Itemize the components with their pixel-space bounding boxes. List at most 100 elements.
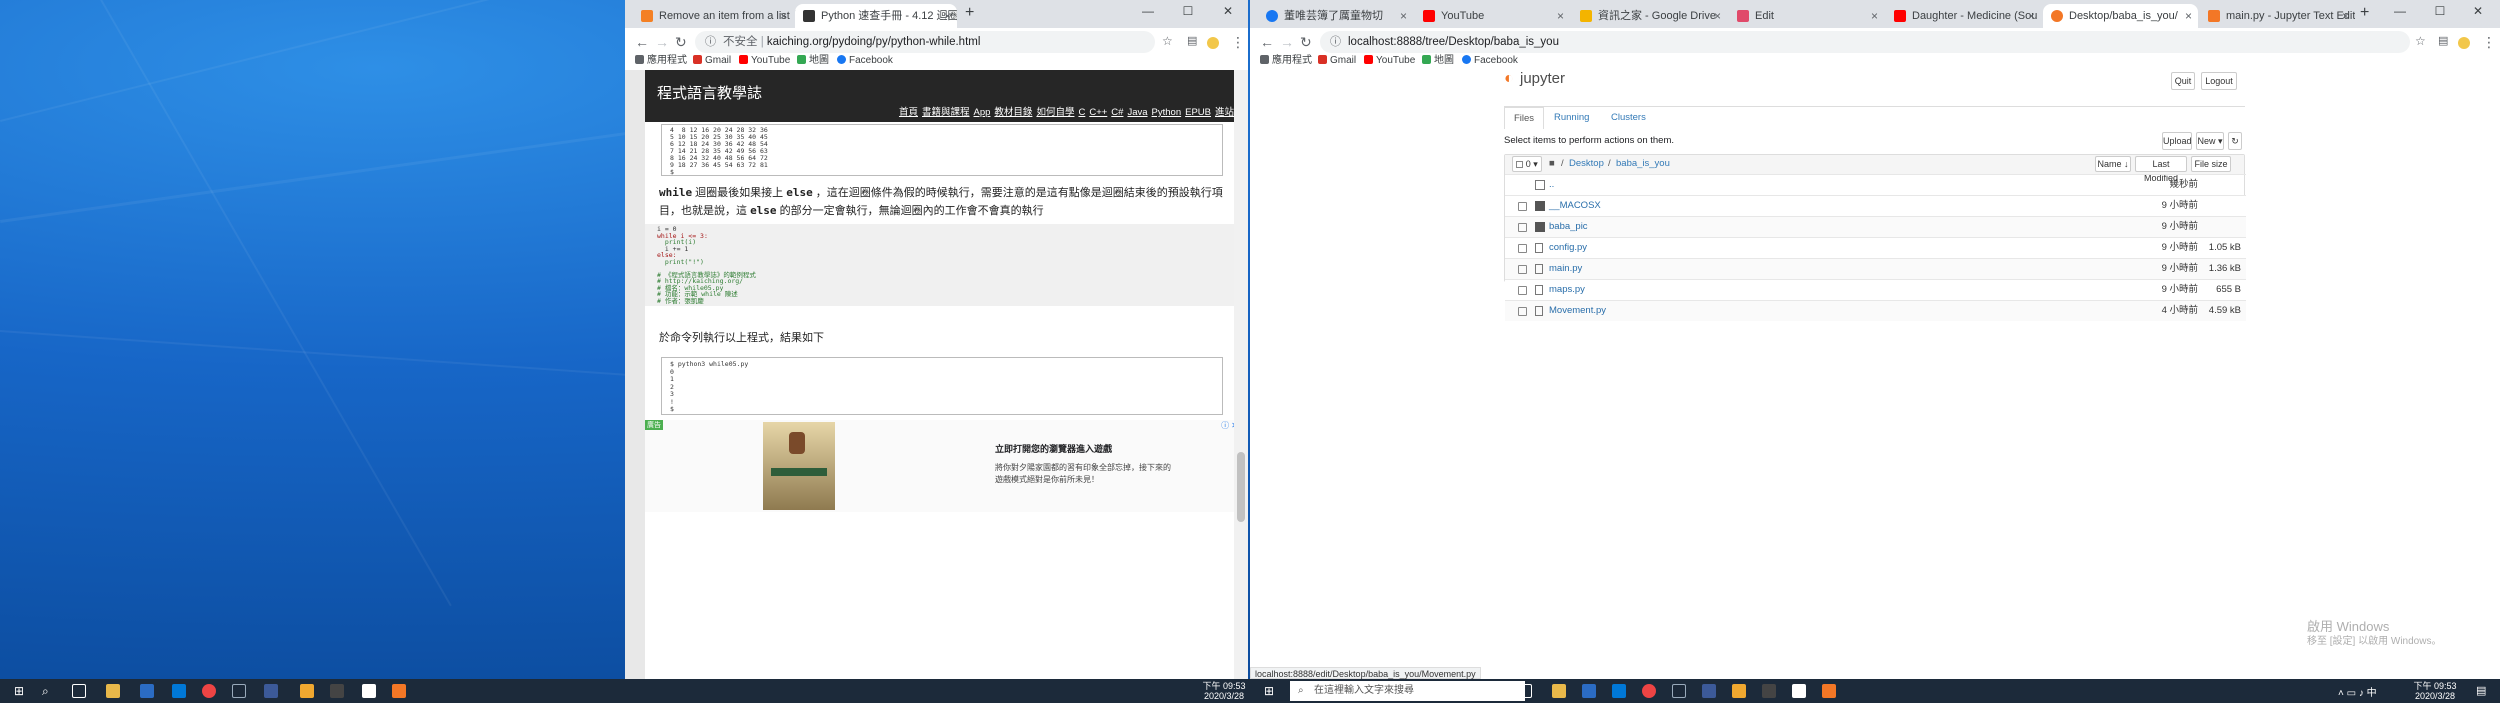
right-tab-drive[interactable]: 資訊之家 - Google Drive × bbox=[1572, 4, 1727, 28]
new-dropdown-button[interactable]: New ▾ bbox=[2196, 132, 2224, 150]
right-tab-edit[interactable]: Edit × bbox=[1729, 4, 1884, 28]
minimize-button[interactable]: — bbox=[2380, 2, 2420, 20]
jupyter-app-icon[interactable] bbox=[392, 684, 406, 698]
file-name-link[interactable]: __MACOSX bbox=[1549, 196, 1601, 216]
app-icon[interactable] bbox=[1702, 684, 1716, 698]
file-name-link[interactable]: config.py bbox=[1549, 238, 1587, 258]
tab-running[interactable]: Running bbox=[1554, 107, 1589, 129]
site-nav-link[interactable]: 首頁 bbox=[899, 107, 918, 118]
row-checkbox[interactable] bbox=[1518, 223, 1527, 232]
terminal-icon[interactable] bbox=[1762, 684, 1776, 698]
new-tab-button[interactable]: + bbox=[2360, 4, 2369, 22]
row-checkbox[interactable] bbox=[1518, 265, 1527, 274]
sort-by-size-button[interactable]: File size bbox=[2191, 156, 2231, 172]
steam-icon[interactable] bbox=[232, 684, 246, 698]
breadcrumb-desktop[interactable]: Desktop bbox=[1569, 155, 1604, 173]
notepad-icon[interactable] bbox=[362, 684, 376, 698]
bookmark-facebook[interactable]: Facebook bbox=[837, 54, 893, 68]
logout-button[interactable]: Logout bbox=[2201, 72, 2237, 90]
tab-files[interactable]: Files bbox=[1504, 107, 1544, 129]
reload-button[interactable]: ↻ bbox=[675, 34, 687, 51]
close-tab-icon[interactable]: × bbox=[780, 4, 787, 28]
sublime-icon[interactable] bbox=[300, 684, 314, 698]
terminal-icon[interactable] bbox=[330, 684, 344, 698]
bookmark-youtube[interactable]: YouTube bbox=[1364, 54, 1415, 68]
close-tab-icon[interactable]: × bbox=[1714, 4, 1721, 28]
site-nav-link[interactable]: 進站 bbox=[1215, 107, 1234, 118]
close-tab-icon[interactable]: × bbox=[1400, 4, 1407, 28]
new-tab-button[interactable]: + bbox=[965, 4, 974, 22]
reload-button[interactable]: ↻ bbox=[1300, 34, 1312, 51]
chrome-icon[interactable] bbox=[1642, 684, 1656, 698]
close-tab-icon[interactable]: × bbox=[1871, 4, 1878, 28]
bookmark-youtube[interactable]: YouTube bbox=[739, 54, 790, 68]
file-row[interactable]: main.py 9 小時前 1.36 kB bbox=[1505, 258, 2246, 279]
notification-icon[interactable]: ▤ bbox=[2476, 684, 2486, 697]
site-nav-link[interactable]: Python bbox=[1152, 107, 1182, 118]
bookmark-apps[interactable]: 應用程式 bbox=[1260, 54, 1312, 68]
sublime-icon[interactable] bbox=[1732, 684, 1746, 698]
app-icon[interactable] bbox=[264, 684, 278, 698]
site-nav-link[interactable]: 如何自學 bbox=[1036, 107, 1074, 118]
search-icon[interactable]: ⌕ bbox=[42, 684, 56, 698]
right-tab-youtube[interactable]: YouTube × bbox=[1415, 4, 1570, 28]
star-icon[interactable]: ☆ bbox=[2415, 34, 2426, 48]
row-checkbox[interactable] bbox=[1518, 244, 1527, 253]
task-view-icon[interactable] bbox=[72, 684, 86, 698]
right-address-bar[interactable]: ⓘ localhost:8888/tree/Desktop/baba_is_yo… bbox=[1320, 31, 2410, 53]
scrollbar-thumb[interactable] bbox=[1237, 452, 1245, 522]
steam-icon[interactable] bbox=[1672, 684, 1686, 698]
refresh-icon[interactable]: ↻ bbox=[2228, 132, 2242, 150]
sort-by-modified-button[interactable]: Last Modified bbox=[2135, 156, 2187, 183]
parent-directory-link[interactable]: .. bbox=[1549, 175, 1554, 195]
ad-game-image[interactable] bbox=[763, 422, 835, 510]
menu-icon[interactable]: ⋮ bbox=[1231, 34, 1245, 51]
row-checkbox[interactable] bbox=[1518, 307, 1527, 316]
close-window-button[interactable]: ✕ bbox=[2458, 2, 2498, 20]
clock-date[interactable]: 2020/3/28 bbox=[1200, 691, 1248, 701]
left-tab-stackoverflow[interactable]: Remove an item from a list in P × bbox=[633, 4, 793, 28]
file-name-link[interactable]: Movement.py bbox=[1549, 301, 1606, 321]
file-row[interactable]: maps.py 9 小時前 655 B bbox=[1505, 279, 2246, 300]
clock-date[interactable]: 2020/3/28 bbox=[2410, 691, 2460, 701]
close-tab-icon[interactable]: × bbox=[2185, 4, 2192, 28]
site-nav-link[interactable]: 教材目錄 bbox=[994, 107, 1032, 118]
site-nav-link[interactable]: 書籍與課程 bbox=[922, 107, 970, 118]
extension-icon[interactable]: ▤ bbox=[2438, 34, 2448, 47]
site-nav-link[interactable]: C bbox=[1078, 107, 1085, 118]
maximize-button[interactable]: ☐ bbox=[1168, 2, 1208, 20]
jupyter-app-icon[interactable] bbox=[1822, 684, 1836, 698]
back-button[interactable]: ← bbox=[635, 34, 649, 50]
start-icon[interactable]: ⊞ bbox=[1264, 684, 1278, 698]
file-row[interactable]: config.py 9 小時前 1.05 kB bbox=[1505, 237, 2246, 258]
file-name-link[interactable]: baba_pic bbox=[1549, 217, 1588, 237]
bookmark-gmail[interactable]: Gmail bbox=[693, 54, 731, 68]
store-icon[interactable] bbox=[1582, 684, 1596, 698]
sort-by-name-button[interactable]: Name ↓ bbox=[2095, 156, 2131, 172]
clock-time[interactable]: 下午 09:53 bbox=[2410, 681, 2460, 691]
bookmark-maps[interactable]: 地圖 bbox=[1422, 54, 1454, 68]
bookmark-maps[interactable]: 地圖 bbox=[797, 54, 829, 68]
star-icon[interactable]: ☆ bbox=[1162, 34, 1173, 48]
file-row[interactable]: baba_pic 9 小時前 bbox=[1505, 216, 2246, 237]
left-address-bar[interactable]: ⓘ 不安全 | kaiching.org/pydoing/py/python-w… bbox=[695, 31, 1155, 53]
close-tab-icon[interactable]: × bbox=[2342, 4, 2349, 28]
close-tab-icon[interactable]: × bbox=[2028, 4, 2035, 28]
site-nav-link[interactable]: EPUB bbox=[1185, 107, 1211, 118]
profile-avatar[interactable] bbox=[1207, 37, 1219, 49]
maximize-button[interactable]: ☐ bbox=[2420, 2, 2460, 20]
notepad-icon[interactable] bbox=[1792, 684, 1806, 698]
file-name-link[interactable]: maps.py bbox=[1549, 280, 1585, 300]
site-title[interactable]: 程式語言教學誌 bbox=[657, 82, 762, 103]
ad-headline[interactable]: 立即打開您的瀏覽器進入遊戲 bbox=[995, 442, 1112, 455]
close-tab-icon[interactable]: × bbox=[1557, 4, 1564, 28]
select-all-checkbox[interactable] bbox=[1516, 161, 1524, 168]
chrome-icon[interactable] bbox=[202, 684, 216, 698]
back-button[interactable]: ← bbox=[1260, 34, 1274, 50]
select-all-dropdown[interactable]: 0 ▾ bbox=[1512, 156, 1542, 172]
right-tab-jupyter-editor[interactable]: main.py - Jupyter Text Editor × bbox=[2200, 4, 2355, 28]
left-tab-python-while[interactable]: Python 速查手冊 - 4.12 迴圈敘述 w × bbox=[795, 4, 957, 28]
right-tab-jupyter-tree[interactable]: Desktop/baba_is_you/ × bbox=[2043, 4, 2198, 28]
forward-button[interactable]: → bbox=[1280, 34, 1294, 50]
upload-button[interactable]: Upload bbox=[2162, 132, 2192, 150]
